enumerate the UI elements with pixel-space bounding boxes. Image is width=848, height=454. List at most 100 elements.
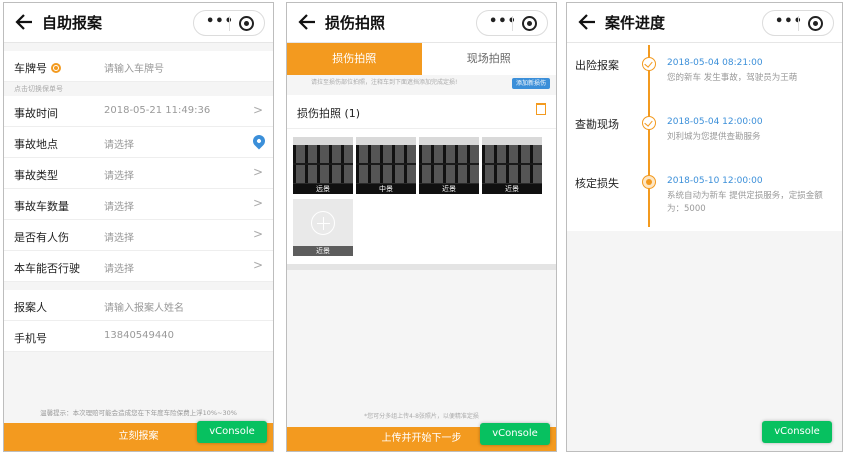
photo-tip: 请拉至损伤部位拍照，注释车到下面遮挡添加完成定损! 添加新损伤: [287, 75, 556, 91]
injury-field[interactable]: 是否有人伤 请选择 >: [4, 220, 273, 251]
case-progress-screen: 案件进度 ••• 出险报案 2018-05-04 08:21:00 您的新车 发…: [566, 2, 843, 452]
timeline-step: 出险报案 2018-05-04 08:21:00 您的新车 发生事故，驾驶员为王…: [567, 57, 842, 112]
step-description: 系统自动为新车 提供定损服务，定损金额为：5000: [667, 191, 823, 214]
check-icon: [642, 116, 656, 130]
photo-thumbnail[interactable]: 远景: [293, 137, 353, 194]
close-target-icon[interactable]: [808, 16, 823, 31]
field-value: 请选择: [104, 140, 134, 151]
chevron-right-icon: >: [252, 227, 263, 241]
navbar: 损伤拍照 •••: [287, 3, 556, 43]
close-target-icon[interactable]: [522, 16, 537, 31]
photo-caption: 近景: [482, 184, 542, 194]
field-label: 事故地点: [14, 138, 58, 151]
field-label: 车牌号: [14, 60, 61, 76]
chevron-right-icon: >: [252, 258, 263, 272]
premium-warning: 温馨提示：本次理赔可能会造成您在下年度车险保费上浮10%~30%: [40, 409, 237, 417]
spacer: [4, 282, 273, 290]
vehicle-count-field[interactable]: 事故车数量 请选择 >: [4, 189, 273, 220]
vconsole-button[interactable]: vConsole: [762, 421, 832, 443]
capsule-divider: [512, 16, 513, 31]
report-screen: 自助报案 ••• 车牌号 请输入车牌号 点击切换保单号 事故时间 2018-05…: [3, 2, 274, 452]
navbar: 自助报案 •••: [4, 3, 273, 43]
accident-location-field[interactable]: 事故地点 请选择: [4, 127, 273, 158]
reporter-field[interactable]: 报案人 请输入报案人姓名: [4, 290, 273, 321]
mini-program-capsule: •••: [476, 10, 548, 36]
field-value: 请选择: [104, 202, 134, 213]
tab-bar: 损伤拍照 现场拍照: [287, 43, 556, 75]
back-arrow-icon[interactable]: [14, 11, 36, 33]
close-target-icon[interactable]: [239, 16, 254, 31]
capsule-divider: [229, 16, 230, 31]
page-title: 自助报案: [42, 14, 103, 32]
check-icon: [642, 57, 656, 71]
page-title: 案件进度: [605, 14, 666, 32]
divider: [287, 264, 556, 270]
photo-thumbnail[interactable]: 近景: [482, 137, 542, 194]
back-arrow-icon[interactable]: [577, 11, 599, 33]
step-date: 2018-05-04 08:21:00: [667, 58, 763, 68]
phone-field[interactable]: 手机号 13840549440: [4, 321, 273, 352]
damage-photo-screen: 损伤拍照 ••• 损伤拍照 现场拍照 请拉至损伤部位拍照，注释车到下面遮挡添加完…: [286, 2, 557, 452]
chevron-right-icon: >: [252, 165, 263, 179]
timeline-step: 核定损失 2018-05-10 12:00:00 系统自动为新车 提供定损服务，…: [567, 175, 842, 230]
plate-input[interactable]: 请输入车牌号: [104, 60, 164, 75]
keyboard-image: [356, 163, 416, 165]
switch-policy-hint[interactable]: 点击切换保单号: [4, 82, 273, 96]
photo-caption: 远景: [293, 184, 353, 194]
tab-damage-photo[interactable]: 损伤拍照: [287, 43, 422, 75]
accident-type-field[interactable]: 事故类型 请选择 >: [4, 158, 273, 189]
photo-caption: 近景: [293, 246, 353, 256]
step-description: 刘利城为您提供查勘服务: [667, 132, 761, 142]
field-value: 请选择: [104, 233, 134, 244]
photo-caption: 中景: [356, 184, 416, 194]
tip-text: 请拉至损伤部位拍照，注释车到下面遮挡添加完成定损!: [311, 79, 458, 86]
mini-program-capsule: •••: [762, 10, 834, 36]
progress-timeline: 出险报案 2018-05-04 08:21:00 您的新车 发生事故，驾驶员为王…: [567, 43, 842, 231]
chevron-right-icon: >: [252, 103, 263, 117]
step-date: 2018-05-10 12:00:00: [667, 176, 763, 186]
tab-scene-photo[interactable]: 现场拍照: [422, 43, 557, 75]
field-label: 事故类型: [14, 169, 58, 182]
vconsole-button[interactable]: vConsole: [197, 421, 267, 443]
keyboard-image: [419, 163, 479, 165]
keyboard-image: [293, 163, 353, 165]
field-value: 请选择: [104, 264, 134, 275]
plus-icon: [311, 211, 335, 235]
phone-input[interactable]: 13840549440: [104, 330, 174, 341]
back-arrow-icon[interactable]: [297, 11, 319, 33]
field-label: 本车能否行驶: [14, 262, 80, 275]
step-label: 查勘现场: [575, 118, 619, 131]
spacer: [4, 43, 273, 51]
reporter-input[interactable]: 请输入报案人姓名: [104, 299, 184, 314]
vconsole-button[interactable]: vConsole: [480, 423, 550, 445]
keyboard-image: [482, 163, 542, 165]
navbar: 案件进度 •••: [567, 3, 842, 43]
location-pin-icon[interactable]: [250, 132, 268, 150]
mini-program-capsule: •••: [193, 10, 265, 36]
switch-icon[interactable]: [51, 63, 61, 73]
add-photo-button[interactable]: 近景: [293, 199, 353, 256]
accident-time-field[interactable]: 事故时间 2018-05-21 11:49:36 >: [4, 96, 273, 127]
photo-thumbnail[interactable]: 近景: [419, 137, 479, 194]
upload-tip: *您可分多组上传4-8张照片，以便精准定损: [364, 413, 479, 420]
photo-thumbnail[interactable]: 中景: [356, 137, 416, 194]
step-label: 核定损失: [575, 177, 619, 190]
add-damage-button[interactable]: 添加新损伤: [511, 78, 550, 89]
trash-icon[interactable]: [536, 103, 546, 115]
step-label: 出险报案: [575, 59, 619, 72]
field-value: 请选择: [104, 171, 134, 182]
field-value: 2018-05-21 11:49:36: [104, 105, 211, 116]
timeline-step: 查勘现场 2018-05-04 12:00:00 刘利城为您提供查勘服务: [567, 116, 842, 171]
damage-section-header: 损伤拍照 (1): [287, 95, 556, 129]
field-label: 事故时间: [14, 107, 58, 120]
plate-field[interactable]: 车牌号 请输入车牌号: [4, 51, 273, 82]
photo-grid: 远景 中景 近景 近景 近景: [287, 129, 556, 264]
field-label: 是否有人伤: [14, 231, 69, 244]
current-step-icon: [642, 175, 656, 189]
step-date: 2018-05-04 12:00:00: [667, 117, 763, 127]
page-title: 损伤拍照: [325, 14, 386, 32]
step-description: 您的新车 发生事故，驾驶员为王萌: [667, 73, 798, 83]
field-label: 事故车数量: [14, 200, 69, 213]
drivable-field[interactable]: 本车能否行驶 请选择 >: [4, 251, 273, 282]
chevron-right-icon: >: [252, 196, 263, 210]
